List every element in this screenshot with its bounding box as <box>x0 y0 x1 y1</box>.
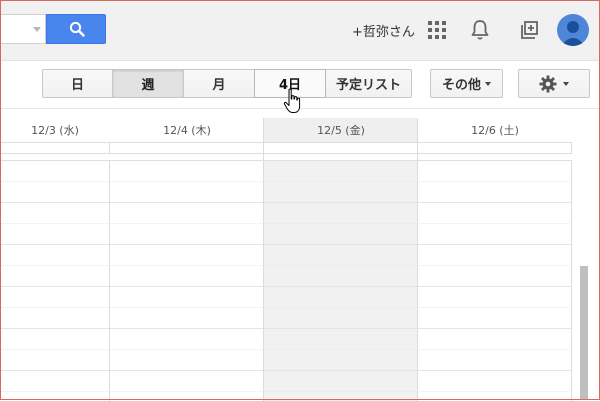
day-header-sat[interactable]: 12/6 (土) <box>418 118 572 142</box>
user-name-link[interactable]: +哲弥さん <box>352 21 415 40</box>
all-day-row[interactable] <box>0 142 572 154</box>
view-month-button[interactable]: 月 <box>183 69 255 98</box>
half-hour-line <box>0 181 572 182</box>
view-agenda-button[interactable]: 予定リスト <box>325 69 412 98</box>
vertical-scrollbar[interactable] <box>580 266 588 400</box>
apps-grid-icon[interactable] <box>428 21 446 39</box>
hour-line <box>0 244 572 245</box>
column-divider <box>417 161 418 401</box>
view-day-button[interactable]: 日 <box>42 69 113 98</box>
half-hour-line <box>0 349 572 350</box>
add-box-icon[interactable] <box>518 19 540 41</box>
half-hour-line <box>0 391 572 392</box>
search-button[interactable] <box>46 14 106 44</box>
view-4day-button[interactable]: 4日 <box>254 69 326 98</box>
view-week-button[interactable]: 週 <box>112 69 184 98</box>
column-divider <box>571 142 572 154</box>
time-grid[interactable] <box>0 160 572 401</box>
search-input[interactable] <box>0 14 46 44</box>
search-icon <box>69 21 85 37</box>
half-hour-line <box>0 307 572 308</box>
column-divider <box>263 118 264 160</box>
account-avatar-icon <box>561 21 585 46</box>
day-header-fri-today[interactable]: 12/5 (金) <box>264 118 418 142</box>
column-divider <box>571 161 572 401</box>
column-divider <box>109 161 110 401</box>
calendar-grid: 12/3 (水) 12/4 (木) 12/5 (金) 12/6 (土) <box>0 118 600 401</box>
half-hour-line <box>0 265 572 266</box>
gear-icon <box>539 75 557 92</box>
chevron-down-icon <box>563 81 569 86</box>
hour-line <box>0 328 572 329</box>
column-divider <box>263 161 264 401</box>
toolbar-divider <box>0 108 600 109</box>
today-column <box>264 161 418 401</box>
chevron-down-icon <box>485 81 491 86</box>
bell-icon[interactable] <box>470 19 490 41</box>
column-divider <box>109 142 110 154</box>
day-header-wed[interactable]: 12/3 (水) <box>0 118 110 142</box>
hour-line <box>0 370 572 371</box>
more-menu-label: その他 <box>441 78 481 93</box>
column-divider <box>417 118 418 160</box>
half-hour-line <box>0 223 572 224</box>
top-bar: +哲弥さん <box>0 0 600 61</box>
hour-line <box>0 286 572 287</box>
search-options-caret-icon[interactable] <box>33 27 41 32</box>
settings-button[interactable] <box>518 69 590 98</box>
account-avatar[interactable] <box>557 14 589 46</box>
hour-line <box>0 202 572 203</box>
view-switcher: 日 週 月 4日 予定リスト <box>42 69 412 98</box>
more-menu-button[interactable]: その他 <box>430 69 503 98</box>
day-header-thu[interactable]: 12/4 (木) <box>110 118 264 142</box>
